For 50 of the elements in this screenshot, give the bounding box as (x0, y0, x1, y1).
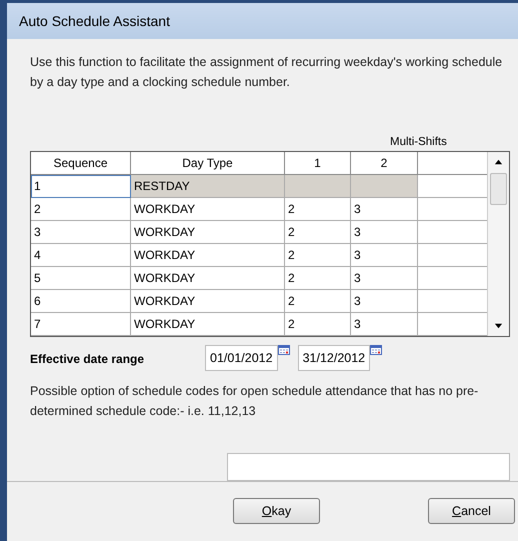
table-cell: 3 (354, 248, 361, 262)
table-cell: 5 (31, 266, 131, 290)
date-range-label: Effective date range (30, 350, 146, 366)
column-header[interactable]: Sequence (31, 152, 131, 175)
table-row[interactable]: 4 WORKDAY 2 3 (31, 244, 487, 267)
table-cell: 4 (31, 244, 131, 267)
table-cell: WORKDAY (131, 312, 285, 336)
table-cell: 6 (31, 290, 131, 313)
column-group-header: Multi-Shifts (390, 136, 447, 148)
table-cell: 2 (288, 270, 295, 285)
table-cell: 2 (288, 202, 295, 216)
table-cell: 2 (288, 224, 295, 239)
table-row[interactable]: 1 RESTDAY (31, 174, 487, 198)
table-row[interactable]: 3 WORKDAY 2 3 (31, 220, 487, 244)
table-row[interactable]: 7 WORKDAY 2 3 (31, 312, 487, 336)
schedule-codes-input[interactable] (227, 452, 510, 481)
cancel-button[interactable]: Cancel (428, 498, 515, 524)
window-title: Auto Schedule Assistant (19, 12, 170, 29)
table-cell: WORKDAY (131, 290, 285, 313)
table-cell: 3 (31, 220, 131, 244)
table-cell: 2 (288, 316, 295, 331)
scroll-up-icon[interactable] (494, 158, 503, 167)
scrollbar[interactable] (487, 152, 509, 336)
table-cell: 2 (31, 198, 131, 221)
table-cell: RESTDAY (131, 174, 285, 198)
schedule-codes-note: Possible option of schedule codes for open schedule attendance that has no pre-determined schedule code:- i.e. 11,12,13 (30, 382, 480, 420)
table-cell: 3 (354, 224, 361, 239)
table-cell: 3 (354, 294, 361, 308)
table-cell: 2 (288, 294, 295, 308)
table-row[interactable]: 2 WORKDAY 2 3 (31, 198, 487, 221)
calendar-icon[interactable] (278, 344, 290, 355)
table-cell: 7 (31, 312, 131, 336)
calendar-icon[interactable] (370, 344, 382, 355)
scroll-down-icon[interactable] (494, 320, 503, 330)
table-row[interactable]: 6 WORKDAY 2 3 (31, 290, 487, 313)
table-cell: 2 (288, 248, 295, 262)
table-cell: 1 (31, 174, 131, 198)
table-cell: WORKDAY (131, 266, 285, 290)
date-field[interactable]: 01/01/2012 (205, 344, 278, 371)
table-cell: WORKDAY (131, 244, 285, 267)
table-row[interactable]: 5 WORKDAY 2 3 (31, 266, 487, 290)
table-cell: 3 (354, 270, 361, 285)
description-text: Use this function to facilitate the assignment of recurring weekday's working schedule by a day type and a clocking schedule number. (30, 54, 504, 91)
table-cell: WORKDAY (131, 220, 285, 244)
table-cell: WORKDAY (131, 198, 285, 221)
scrollbar-thumb[interactable] (490, 172, 507, 205)
table-cell: 3 (354, 202, 361, 216)
okay-button[interactable]: Okay (233, 498, 320, 524)
date-field[interactable]: 31/12/2012 (298, 344, 370, 371)
table-cell: 3 (354, 316, 361, 331)
